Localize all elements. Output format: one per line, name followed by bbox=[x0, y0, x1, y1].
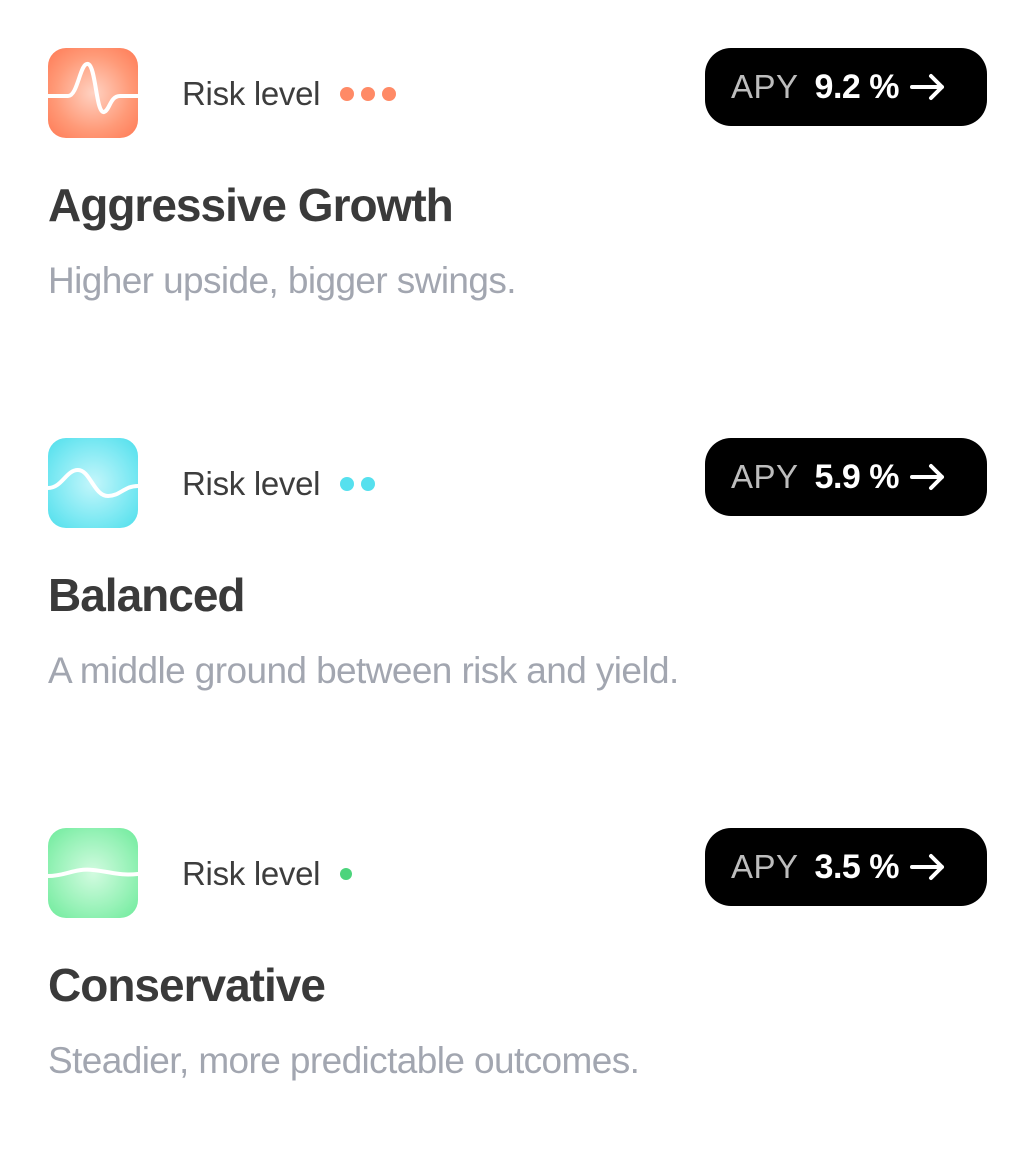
risk-level-dots bbox=[340, 87, 403, 101]
risk-level-label: Risk level bbox=[182, 75, 321, 112]
gentle-wave-icon bbox=[48, 828, 138, 918]
risk-dot bbox=[340, 477, 355, 491]
medium-wave-icon bbox=[48, 438, 138, 528]
risk-level-label: Risk level bbox=[182, 855, 321, 892]
risk-level: Risk level bbox=[182, 74, 403, 114]
strategy-title: Aggressive Growth bbox=[48, 179, 454, 231]
strategy-card-conservative[interactable]: Risk level APY 3.5 % Conservative Steadi… bbox=[0, 780, 1035, 1170]
risk-dot bbox=[382, 87, 397, 101]
arrow-right-icon bbox=[909, 72, 947, 102]
apy-label: APY bbox=[731, 458, 799, 495]
arrow-right-icon bbox=[909, 462, 947, 492]
strategy-description: Higher upside, bigger swings. bbox=[48, 260, 517, 301]
risk-dot bbox=[340, 868, 353, 880]
apy-label: APY bbox=[731, 848, 799, 885]
strategy-title: Conservative bbox=[48, 959, 326, 1011]
risk-level: Risk level bbox=[182, 854, 359, 894]
apy-value: 5.9 % bbox=[814, 457, 900, 496]
sharp-wave-icon bbox=[48, 48, 138, 138]
arrow-right-icon bbox=[909, 852, 947, 882]
apy-button[interactable]: APY 5.9 % bbox=[705, 438, 987, 516]
apy-button[interactable]: APY 3.5 % bbox=[705, 828, 987, 906]
risk-dot bbox=[361, 477, 376, 491]
strategy-description: A middle ground between risk and yield. bbox=[48, 650, 679, 691]
strategy-card-aggressive[interactable]: Risk level APY 9.2 % Aggressive Growth H… bbox=[0, 0, 1035, 390]
strategy-card-balanced[interactable]: Risk level APY 5.9 % Balanced A middle g… bbox=[0, 390, 1035, 780]
apy-value: 9.2 % bbox=[814, 67, 900, 106]
risk-dot bbox=[361, 87, 376, 101]
risk-level-dots bbox=[340, 477, 382, 491]
risk-level-label: Risk level bbox=[182, 465, 321, 502]
strategy-description: Steadier, more predictable outcomes. bbox=[48, 1040, 640, 1081]
risk-level: Risk level bbox=[182, 464, 382, 504]
apy-value: 3.5 % bbox=[814, 847, 900, 886]
risk-level-dots bbox=[340, 868, 359, 880]
risk-dot bbox=[340, 87, 355, 101]
apy-button[interactable]: APY 9.2 % bbox=[705, 48, 987, 126]
strategy-title: Balanced bbox=[48, 569, 246, 621]
apy-label: APY bbox=[731, 68, 799, 105]
